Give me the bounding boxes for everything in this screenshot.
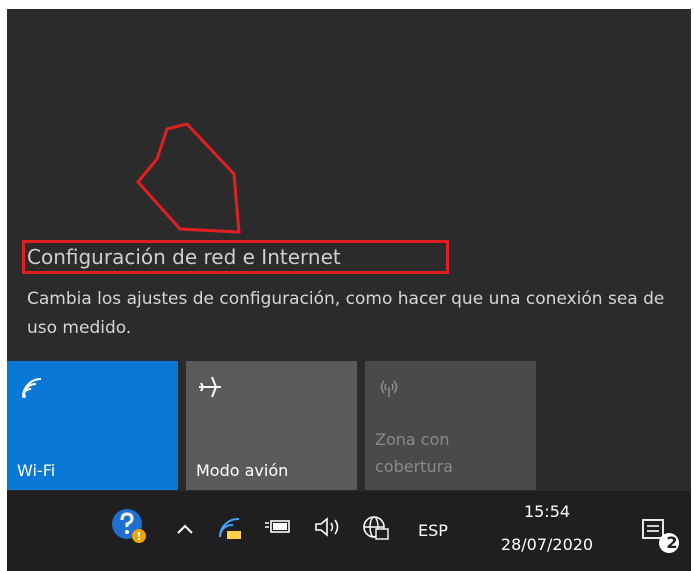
wifi-tile-label: Wi-Fi — [17, 461, 56, 480]
volume-icon[interactable] — [313, 515, 345, 539]
network-flyout: Configuración de red e Internet Cambia l… — [7, 9, 691, 491]
battery-icon[interactable] — [263, 517, 293, 537]
network-settings-description: Cambia los ajustes de configuración, com… — [27, 289, 665, 338]
wifi-icon — [22, 378, 42, 398]
airplane-mode-label: Modo avión — [196, 461, 289, 480]
wifi-tile[interactable]: Wi-Fi — [7, 361, 178, 490]
annotation-highlight-box — [22, 240, 449, 274]
taskbar: ESP 15:54 28/07/2020 2 — [7, 491, 691, 571]
airplane-mode-tile[interactable]: Modo avión — [186, 361, 357, 490]
hotspot-tile[interactable]: Zona con cobertura — [365, 361, 536, 490]
airplane-icon — [199, 376, 221, 398]
wifi-tray-icon[interactable] — [217, 515, 245, 541]
globe-icon[interactable] — [361, 513, 391, 543]
hotspot-icon — [380, 380, 398, 397]
help-icon[interactable] — [110, 507, 148, 545]
notification-count-badge: 2 — [666, 533, 678, 552]
language-indicator[interactable]: ESP — [418, 521, 448, 540]
clock-time[interactable]: 15:54 — [512, 502, 582, 521]
chevron-up-icon[interactable] — [175, 521, 195, 537]
hotspot-label: Zona con cobertura — [375, 430, 453, 476]
annotation-arrow-icon — [136, 122, 241, 234]
clock-date[interactable]: 28/07/2020 — [482, 535, 612, 554]
